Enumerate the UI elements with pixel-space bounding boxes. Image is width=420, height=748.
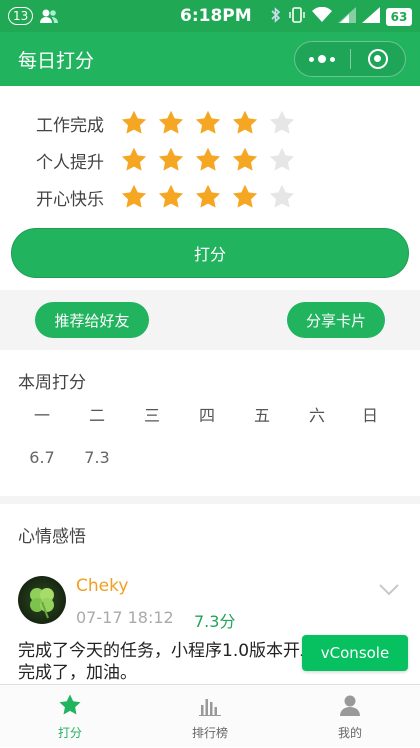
rating-label: 个人提升 bbox=[36, 152, 104, 173]
status-time: 6:18PM bbox=[180, 6, 252, 26]
star-empty-icon[interactable] bbox=[268, 109, 296, 137]
miniprogram-capsule bbox=[294, 41, 406, 77]
tab-score[interactable]: 打分 bbox=[0, 685, 140, 748]
weekday-label: 四 bbox=[198, 406, 215, 425]
tab-ranking[interactable]: 排行榜 bbox=[140, 685, 280, 748]
tab-label: 我的 bbox=[337, 726, 362, 740]
post-time: 07-17 18:12 bbox=[76, 608, 174, 627]
weekday-label: 五 bbox=[253, 406, 270, 425]
star-rating bbox=[120, 146, 296, 174]
weekday-label: 日 bbox=[361, 406, 378, 425]
page-title: 每日打分 bbox=[18, 50, 95, 72]
recommend-button[interactable]: 推荐给好友 bbox=[35, 302, 149, 338]
more-dots-icon bbox=[309, 55, 336, 63]
rating-label: 开心快乐 bbox=[36, 189, 104, 210]
post-score: 7.3分 bbox=[194, 612, 236, 631]
weekday-label: 三 bbox=[143, 406, 160, 425]
star-filled-icon[interactable] bbox=[194, 109, 222, 137]
chevron-down-icon[interactable] bbox=[378, 582, 400, 596]
tab-mine[interactable]: 我的 bbox=[280, 685, 420, 748]
star-empty-icon[interactable] bbox=[268, 146, 296, 174]
weekday-label: 六 bbox=[308, 406, 325, 425]
nav-bar: 每日打分 bbox=[0, 32, 420, 86]
more-button[interactable] bbox=[295, 42, 350, 76]
signal-icon bbox=[338, 7, 356, 27]
star-filled-icon[interactable] bbox=[157, 109, 185, 137]
section-divider bbox=[0, 496, 420, 504]
contacts-icon bbox=[39, 8, 59, 24]
rating-label: 工作完成 bbox=[36, 115, 104, 136]
star-filled-icon[interactable] bbox=[194, 146, 222, 174]
share-bar: 推荐给好友 分享卡片 bbox=[0, 290, 420, 350]
star-filled-icon[interactable] bbox=[157, 183, 185, 211]
star-filled-icon[interactable] bbox=[231, 109, 259, 137]
notification-count: 13 bbox=[8, 7, 34, 25]
star-filled-icon[interactable] bbox=[157, 146, 185, 174]
user-icon bbox=[338, 693, 362, 717]
star-filled-icon[interactable] bbox=[120, 146, 148, 174]
signal-icon-2 bbox=[362, 7, 380, 27]
star-filled-icon[interactable] bbox=[231, 146, 259, 174]
bar-chart-icon bbox=[198, 693, 222, 717]
weekly-title: 本周打分 bbox=[18, 373, 86, 393]
mood-title: 心情感悟 bbox=[18, 527, 86, 547]
day-score: 7.3 bbox=[84, 448, 110, 467]
star-rating bbox=[120, 183, 296, 211]
star-filled-icon[interactable] bbox=[120, 183, 148, 211]
bluetooth-icon bbox=[270, 6, 282, 28]
tab-bar: 打分 排行榜 我的 bbox=[0, 684, 420, 747]
avatar[interactable] bbox=[18, 576, 66, 624]
star-filled-icon[interactable] bbox=[194, 183, 222, 211]
share-card-button[interactable]: 分享卡片 bbox=[287, 302, 385, 338]
rating-row-work: 工作完成 bbox=[36, 104, 296, 142]
status-bar: 13 6:18PM 63 bbox=[0, 0, 420, 32]
vibrate-icon bbox=[288, 6, 306, 28]
tab-label: 排行榜 bbox=[191, 726, 228, 740]
post-username[interactable]: Cheky bbox=[76, 576, 128, 596]
post-text: 完成了今天的任务，小程序1.0版本开发完成了，加油。 bbox=[18, 641, 318, 683]
close-miniprogram-button[interactable] bbox=[350, 42, 405, 76]
rating-row-growth: 个人提升 bbox=[36, 141, 296, 179]
close-target-icon bbox=[367, 49, 388, 69]
weekday-label: 一 bbox=[33, 406, 50, 425]
weekday-label: 二 bbox=[88, 406, 105, 425]
weekly-scores: 本周打分 一 二 三 四 五 六 日 6.7 7.3 bbox=[0, 350, 420, 496]
wifi-icon bbox=[312, 6, 332, 27]
star-filled-icon[interactable] bbox=[231, 183, 259, 211]
vconsole-button[interactable]: vConsole bbox=[302, 635, 408, 671]
submit-score-button[interactable]: 打分 bbox=[11, 228, 409, 278]
star-rating bbox=[120, 109, 296, 137]
star-filled-icon[interactable] bbox=[120, 109, 148, 137]
battery-level: 63 bbox=[386, 8, 412, 26]
rating-panel: 工作完成 个人提升 开心快乐 打分 bbox=[0, 86, 420, 290]
rating-row-happy: 开心快乐 bbox=[36, 178, 296, 216]
star-empty-icon[interactable] bbox=[268, 183, 296, 211]
tab-label: 打分 bbox=[57, 726, 82, 740]
clover-avatar-icon bbox=[30, 588, 54, 619]
day-score: 6.7 bbox=[29, 448, 55, 467]
star-icon bbox=[58, 693, 82, 717]
